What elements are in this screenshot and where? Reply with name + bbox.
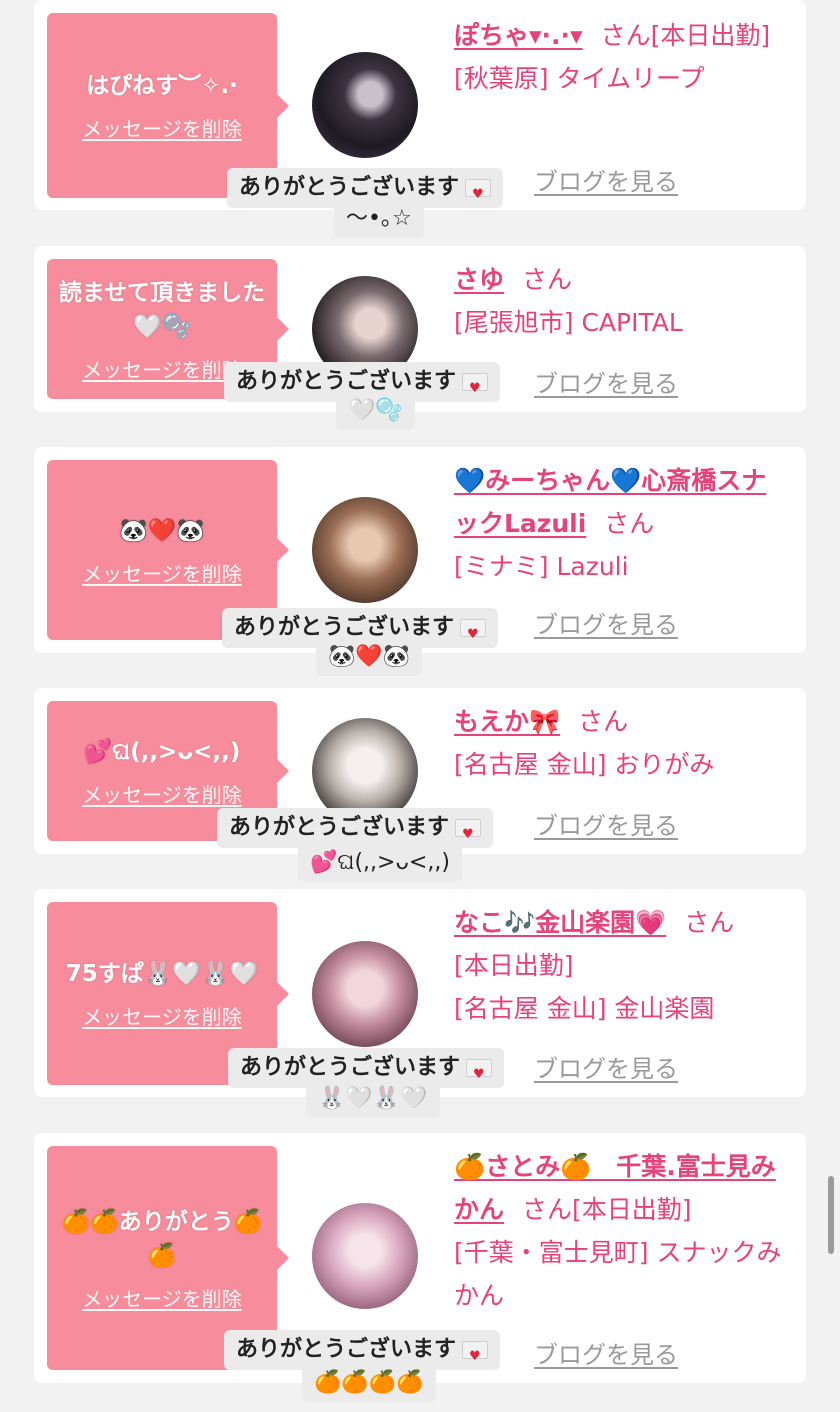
thanks-reply-sub: 🐼❤️🐼	[316, 638, 423, 676]
profile-name-link[interactable]: もえか🎀	[454, 707, 560, 736]
thanks-reply-badge: ありがとうございます	[217, 808, 494, 853]
status-text: [本日出勤]	[572, 1195, 692, 1224]
shop-area: [名古屋 金山] おりがみ	[454, 750, 715, 779]
scrollbar[interactable]	[828, 1176, 834, 1254]
view-blog-link[interactable]: ブログを見る	[534, 605, 678, 640]
thanks-text: ありがとうございます	[240, 1055, 461, 1080]
profile-info: さゆ さん [尾張旭市] CAPITAL	[454, 258, 788, 344]
status-text: [本日出勤]	[650, 21, 771, 50]
thanks-reply-sub: 🐰🤍🐰🤍	[306, 1080, 440, 1118]
thanks-text: ありがとうございます	[234, 615, 455, 640]
view-blog-link[interactable]: ブログを見る	[534, 806, 678, 841]
thanks-text: ありがとうございます	[236, 1337, 457, 1362]
honorific: さん	[522, 1195, 573, 1224]
thanks-reply-sub: 🍊🍊🍊🍊	[302, 1364, 436, 1402]
message-text: 75すぱ🐰🤍🐰🤍	[65, 961, 259, 987]
thanks-reply-sub: 🤍🫧	[336, 392, 415, 430]
view-blog-link[interactable]: ブログを見る	[534, 1335, 678, 1370]
thanks-text: ありがとうございます	[239, 175, 460, 200]
message-text: 読ませて頂きました🤍🫧	[58, 279, 266, 340]
profile-name-link[interactable]: ぽちゃ▾·.·▾	[454, 21, 583, 50]
shop-area: [名古屋 金山] 金山楽園	[454, 994, 715, 1023]
message-text: 💕ଘ(,,>ᴗ<,,)	[83, 738, 241, 765]
envelope-heart-icon	[462, 1339, 489, 1375]
envelope-heart-icon	[462, 371, 489, 407]
profile-name-link[interactable]: なこ🎶金山楽園💗	[454, 908, 666, 937]
profile-name-link[interactable]: さゆ	[454, 265, 504, 294]
delete-message-link[interactable]: メッセージを削除	[82, 354, 242, 383]
profile-info: 💙みーちゃん💙心斎橋スナックLazuli さん [ミナミ] Lazuli	[454, 459, 788, 588]
honorific: さん	[684, 908, 735, 937]
avatar[interactable]	[312, 1203, 418, 1309]
delete-message-link[interactable]: メッセージを削除	[82, 558, 242, 587]
thanks-reply-sub: 💕ଘ(,,>ᴗ<,,)	[298, 844, 462, 882]
envelope-heart-icon	[460, 617, 487, 653]
message-text: 🍊🍊ありがとう🍊🍊	[61, 1208, 263, 1269]
view-blog-link[interactable]: ブログを見る	[534, 1049, 678, 1084]
envelope-heart-icon	[466, 1057, 493, 1093]
delete-message-link[interactable]: メッセージを削除	[82, 1001, 242, 1030]
message-text: 🐼❤️🐼	[119, 517, 205, 544]
thanks-text: ありがとうございます	[236, 369, 457, 394]
honorific: さん	[600, 21, 651, 50]
profile-info: 🍊さとみ🍊 千葉.富士見みかん さん[本日出勤] [千葉・富士見町] スナックみか…	[454, 1145, 788, 1317]
envelope-heart-icon	[465, 177, 492, 213]
message-text: はぴねす︶✧.·	[86, 73, 238, 99]
shop-area: [尾張旭市] CAPITAL	[454, 308, 683, 337]
profile-info: ぽちゃ▾·.·▾ さん[本日出勤] [秋葉原] タイムリープ	[454, 14, 788, 100]
honorific: さん	[578, 707, 629, 736]
view-blog-link[interactable]: ブログを見る	[534, 162, 678, 197]
delete-message-link[interactable]: メッセージを削除	[82, 779, 242, 808]
shop-area: [ミナミ] Lazuli	[454, 552, 629, 581]
view-blog-link[interactable]: ブログを見る	[534, 364, 678, 399]
delete-message-link[interactable]: メッセージを削除	[82, 113, 242, 142]
honorific: さん	[604, 509, 655, 538]
delete-message-link[interactable]: メッセージを削除	[82, 1283, 242, 1312]
avatar[interactable]	[312, 941, 418, 1047]
envelope-heart-icon	[455, 817, 482, 853]
avatar[interactable]	[312, 497, 418, 603]
shop-area: [秋葉原] タイムリープ	[454, 64, 705, 93]
profile-info: もえか🎀 さん [名古屋 金山] おりがみ	[454, 700, 788, 786]
profile-info: なこ🎶金山楽園💗 さん [本日出勤] [名古屋 金山] 金山楽園	[454, 901, 788, 1030]
status-text: [本日出勤]	[454, 951, 574, 980]
shop-area: [千葉・富士見町] スナックみかん	[454, 1238, 782, 1310]
thanks-reply-sub: 〜•｡☆	[334, 200, 424, 238]
thanks-text: ありがとうございます	[229, 815, 450, 840]
avatar[interactable]	[312, 52, 418, 158]
honorific: さん	[522, 265, 573, 294]
